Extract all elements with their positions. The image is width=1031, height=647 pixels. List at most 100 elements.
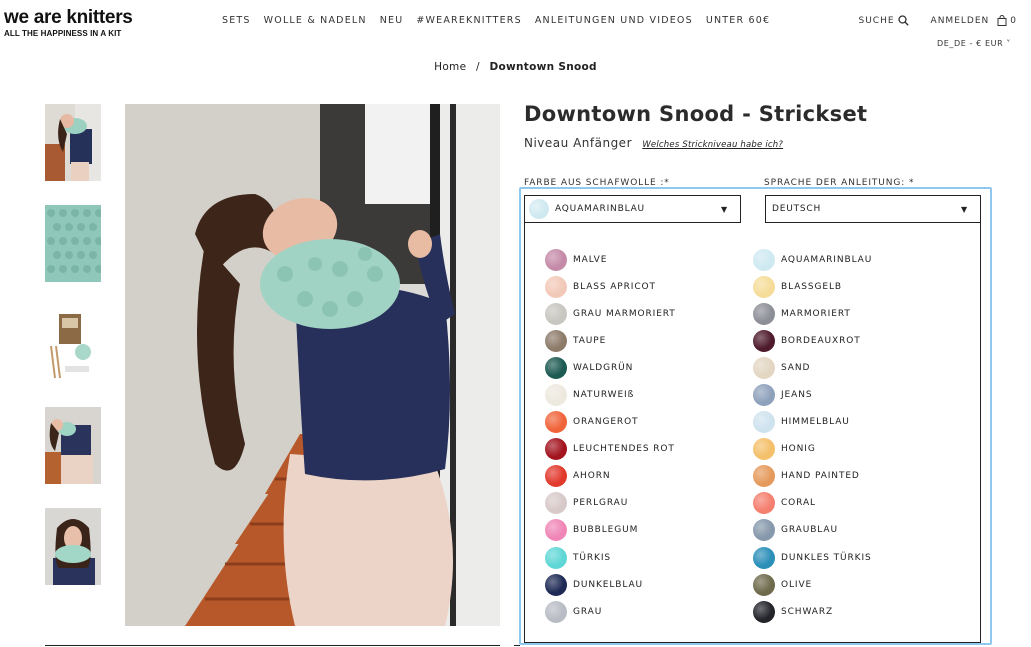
color-swatch [753,600,775,623]
brand-name: we are knitters [4,7,133,28]
color-option-label: MALVE [573,254,608,265]
color-option-dunkles-turkis[interactable]: DUNKLES TÜRKIS [753,544,872,571]
color-option-label: AHORN [573,471,611,482]
color-select[interactable]: AQUAMARINBLAU ▼ [524,195,741,223]
caret-down-icon: ▼ [961,205,968,214]
color-option-label: GRAU [573,606,603,617]
color-option-blassgelb[interactable]: BLASSGELB [753,273,872,300]
thumbnail-4[interactable] [45,407,101,484]
main-product-image[interactable] [125,104,500,626]
search-button[interactable]: SUCHE [859,15,909,26]
brand-logo[interactable]: we are knitters ALL THE HAPPINESS IN A K… [4,7,133,39]
color-swatch [753,356,775,379]
cart-button[interactable]: 0 [997,15,1017,26]
color-option-label: TÜRKIS [573,552,612,563]
color-swatch [753,492,775,515]
login-label: ANMELDEN [930,15,990,26]
color-option-label: BLASSGELB [781,281,842,292]
color-swatch [753,573,775,596]
color-option-label: JEANS [781,390,813,401]
color-swatch [545,356,567,379]
language-select[interactable]: DEUTSCH ▼ [765,195,981,223]
color-options-right: AQUAMARINBLAU BLASSGELB MARMORIERT BORDEAUX… [753,246,872,625]
locale-label: DE_DE - € EUR [936,39,1004,48]
color-swatch [545,438,567,461]
nav-item-anleitungen[interactable]: ANLEITUNGEN UND VIDEOS [535,15,693,26]
search-label: SUCHE [858,15,895,26]
nav-item-unter-60[interactable]: UNTER 60€ [706,15,770,26]
thumbnail-1[interactable] [45,104,101,181]
color-swatch [545,492,567,515]
color-option-sand[interactable]: SAND [753,354,872,381]
color-option-grau[interactable]: GRAU [545,598,676,625]
nav-item-weareknitters[interactable]: #WEAREKNITTERS [416,15,521,26]
search-icon [897,15,909,26]
color-option-graublau[interactable]: GRAUBLAU [753,517,872,544]
nav-item-sets[interactable]: SETS [222,15,251,26]
color-option-label: AQUAMARINBLAU [781,254,873,265]
color-option-coral[interactable]: CORAL [753,490,872,517]
color-option-bordeauxrot[interactable]: BORDEAUXROT [753,327,872,354]
color-option-label: TAUPE [573,335,607,346]
color-option-hand-painted[interactable]: HAND PAINTED [753,463,872,490]
color-option-ahorn[interactable]: AHORN [545,463,676,490]
color-option-honig[interactable]: HONIG [753,436,872,463]
color-option-label: LEUCHTENDES ROT [573,444,675,455]
color-dropdown-list: MALVE BLASS APRICOT GRAU MARMORIERT TAUPE WA… [524,223,981,643]
thumbnail-gallery [45,104,101,609]
color-option-naturweiss[interactable]: NATURWEIß [545,381,676,408]
color-option-label: HAND PAINTED [781,471,860,482]
color-swatch [753,438,775,461]
color-option-label: HONIG [781,444,816,455]
caret-down-icon: ▼ [721,205,728,214]
color-option-blass-apricot[interactable]: BLASS APRICOT [545,273,676,300]
color-option-marmoriert[interactable]: MARMORIERT [753,300,872,327]
color-option-malve[interactable]: MALVE [545,246,676,273]
color-swatch [545,248,567,271]
main-nav: SETS WOLLE & NADELN NEU #WEAREKNITTERS A… [222,15,770,26]
color-option-label: SAND [781,362,811,373]
header-utilities: SUCHE ANMELDEN 0 [859,15,1018,26]
color-option-dunkelblau[interactable]: DUNKELBLAU [545,571,676,598]
nav-item-neu[interactable]: NEU [380,15,404,26]
color-option-waldgrun[interactable]: WALDGRÜN [545,354,676,381]
color-option-olive[interactable]: OLIVE [753,571,872,598]
color-option-leuchtendes-rot[interactable]: LEUCHTENDES ROT [545,436,676,463]
color-option-label: MARMORIERT [781,308,851,319]
color-option-turkis[interactable]: TÜRKIS [545,544,676,571]
product-title: Downtown Snood - Strickset [524,102,868,126]
breadcrumb-home[interactable]: Home [434,61,466,73]
locale-selector[interactable]: DE_DE - € EUR ˅ [937,39,1011,48]
color-option-schwarz[interactable]: SCHWARZ [753,598,872,625]
color-option-label: GRAU MARMORIERT [573,308,676,319]
color-option-label: GRAUBLAU [781,525,838,536]
color-option-jeans[interactable]: JEANS [753,381,872,408]
color-option-label: HIMMELBLAU [781,417,850,428]
level-help-link[interactable]: Welches Strickniveau habe ich? [642,140,783,150]
thumbnail-2[interactable] [45,205,101,282]
color-option-perlgrau[interactable]: PERLGRAU [545,490,676,517]
breadcrumb-current: Downtown Snood [489,61,597,73]
color-swatch [753,248,775,271]
product-level: Niveau Anfänger Welches Strickniveau hab… [524,136,783,150]
color-option-grau-marmoriert[interactable]: GRAU MARMORIERT [545,300,676,327]
thumbnail-5[interactable] [45,508,101,585]
brand-tagline: ALL THE HAPPINESS IN A KIT [4,29,122,38]
color-swatch [753,302,775,325]
color-swatch [753,519,775,542]
login-button[interactable]: ANMELDEN [931,16,990,26]
selected-language-value: DEUTSCH [772,204,822,214]
color-swatch [753,465,775,488]
chevron-down-icon: ˅ [1003,39,1011,48]
color-swatch [545,275,567,298]
thumbnail-3[interactable] [45,306,101,383]
color-option-aquamarinblau[interactable]: AQUAMARINBLAU [753,246,872,273]
color-option-bubblegum[interactable]: BUBBLEGUM [545,517,676,544]
color-option-himmelblau[interactable]: HIMMELBLAU [753,409,872,436]
color-option-taupe[interactable]: TAUPE [545,327,676,354]
color-option-label: BORDEAUXROT [781,335,861,346]
color-swatch [753,384,775,407]
nav-item-wolle-nadeln[interactable]: WOLLE & NADELN [264,15,367,26]
color-option-orangerot[interactable]: ORANGEROT [545,409,676,436]
divider [514,645,520,646]
